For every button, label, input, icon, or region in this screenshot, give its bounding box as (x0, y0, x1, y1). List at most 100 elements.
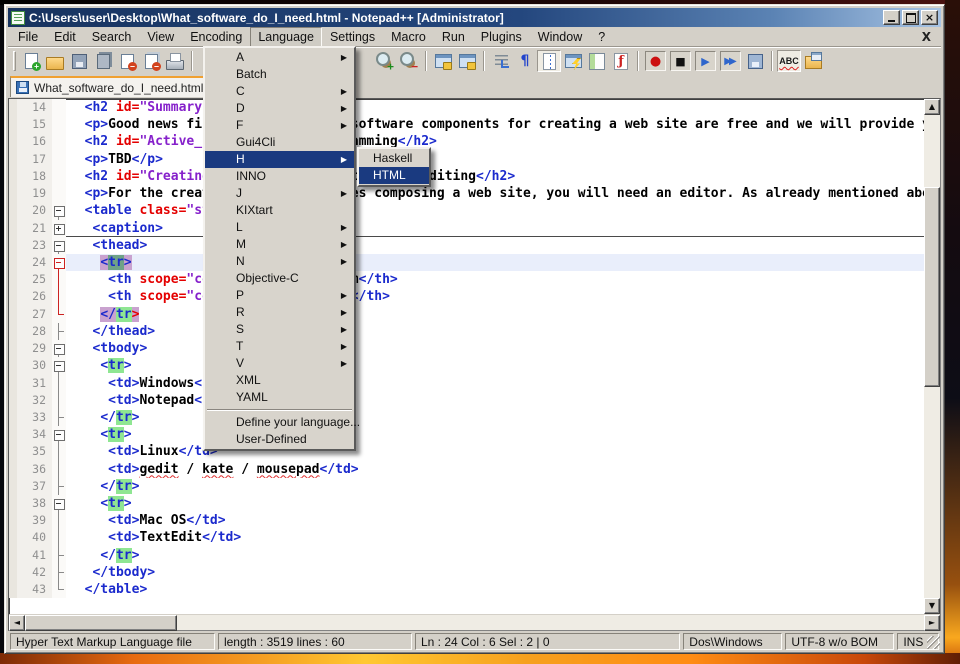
code-text[interactable]: <td>TextEdit</td> (66, 529, 924, 546)
language-menu-item-user-defined[interactable]: User-Defined (205, 431, 354, 448)
language-menu-item-p[interactable]: P▶ (205, 287, 354, 304)
fold-marker[interactable] (52, 529, 66, 546)
minimize-button[interactable] (883, 10, 900, 25)
toolbar-button-indent-guide[interactable] (537, 50, 561, 72)
menu-item-view[interactable]: View (139, 27, 182, 48)
code-text[interactable]: <td>Linux</td> (66, 443, 924, 460)
scroll-up-icon[interactable]: ▲ (924, 99, 940, 115)
code-text[interactable]: <tr> (66, 254, 924, 271)
menubar-close-icon[interactable]: X (914, 30, 939, 44)
toolbar-button-macro-stop[interactable]: ■ (670, 51, 691, 71)
language-menu-item-a[interactable]: A▶ (205, 49, 354, 66)
code-text[interactable]: </tr> (66, 409, 924, 426)
code-text[interactable]: <table class="stats"> (66, 202, 924, 219)
fold-marker[interactable] (52, 495, 66, 512)
scroll-down-icon[interactable]: ▼ (924, 598, 940, 614)
toolbar-button-word-wrap[interactable] (489, 50, 513, 72)
language-menu-item-f[interactable]: F▶ (205, 117, 354, 134)
code-text[interactable]: </tr> (66, 478, 924, 495)
code-text[interactable]: <p>Good news first: all the major softwa… (66, 116, 924, 133)
code-text[interactable]: <tr> (66, 495, 924, 512)
toolbar-button-spell-check[interactable]: ABC (777, 50, 801, 72)
toolbar-button-zoom-in[interactable] (373, 50, 397, 72)
code-text[interactable]: <tbody> (66, 340, 924, 357)
code-text[interactable]: <thead> (66, 237, 924, 254)
code-text[interactable]: </tr> (66, 547, 924, 564)
scroll-left-icon[interactable]: ◄ (9, 615, 25, 631)
fold-marker[interactable] (52, 202, 66, 219)
code-text[interactable]: <h2 id="Summary">Summary</h2> (66, 99, 924, 116)
language-menu-item-define-your-language[interactable]: Define your language... (205, 414, 354, 431)
toolbar-grip-handle[interactable] (13, 51, 16, 71)
menu-item-encoding[interactable]: Encoding (182, 27, 250, 48)
language-submenu-item-haskell[interactable]: Haskell (359, 150, 429, 167)
menu-item-file[interactable]: File (10, 27, 46, 48)
toolbar-button-user-define-dialog[interactable] (561, 50, 585, 72)
toolbar-button-sync-scroll-h[interactable] (455, 50, 479, 72)
fold-marker[interactable] (52, 461, 66, 478)
document-tab[interactable]: What_software_do_I_need.html× (10, 76, 228, 97)
code-text[interactable]: <tr> (66, 357, 924, 374)
language-menu-item-v[interactable]: V▶ (205, 355, 354, 372)
toolbar-button-new-file[interactable] (19, 50, 43, 72)
language-menu-item-m[interactable]: M▶ (205, 236, 354, 253)
language-menu-item-gui4cli[interactable]: Gui4Cli (205, 134, 354, 151)
code-text[interactable]: <td>Notepad</td> (66, 392, 924, 409)
language-menu-item-c[interactable]: C▶ (205, 83, 354, 100)
code-text[interactable]: </table> (66, 581, 924, 598)
code-text[interactable]: <td>Windows</td> (66, 375, 924, 392)
fold-marker[interactable] (52, 392, 66, 409)
language-menu-item-d[interactable]: D▶ (205, 100, 354, 117)
toolbar-button-document-map[interactable] (585, 50, 609, 72)
toolbar-button-save-copy[interactable] (91, 50, 115, 72)
menu-item-edit[interactable]: Edit (46, 27, 84, 48)
resize-grip[interactable] (927, 636, 940, 649)
fold-marker[interactable] (52, 288, 66, 305)
toolbar-button-close-all[interactable] (139, 50, 163, 72)
menu-item-macro[interactable]: Macro (383, 27, 434, 48)
toolbar-button-macro-record[interactable]: ● (645, 51, 666, 71)
language-menu-item-r[interactable]: R▶ (205, 304, 354, 321)
toolbar-button-open-file[interactable] (43, 50, 67, 72)
code-text[interactable]: <h2 id="Creating_and_Editing">Creating a… (66, 168, 924, 185)
code-text[interactable]: </thead> (66, 323, 924, 340)
toolbar-button-open-folder-workspace[interactable] (801, 50, 825, 72)
fold-marker[interactable] (52, 512, 66, 529)
toolbar-button-zoom-out[interactable] (397, 50, 421, 72)
fold-marker[interactable] (52, 237, 66, 254)
fold-marker[interactable] (52, 220, 66, 237)
language-menu-item-t[interactable]: T▶ (205, 338, 354, 355)
menu-item-item[interactable]: ? (590, 27, 613, 48)
code-text[interactable]: <th scope="col">Editor software</th> (66, 288, 924, 305)
maximize-button[interactable] (902, 10, 919, 25)
language-menu-item-n[interactable]: N▶ (205, 253, 354, 270)
menu-item-search[interactable]: Search (84, 27, 140, 48)
toolbar-button-save-file[interactable] (67, 50, 91, 72)
code-text[interactable]: <td>Mac OS</td> (66, 512, 924, 529)
toolbar-button-function-list[interactable]: ƒ (609, 50, 633, 72)
code-text[interactable]: <caption> (66, 220, 924, 237)
toolbar-button-print[interactable] (163, 50, 187, 72)
language-menu-item-l[interactable]: L▶ (205, 219, 354, 236)
vertical-scroll-thumb[interactable] (924, 187, 940, 387)
scroll-right-icon[interactable]: ► (924, 615, 940, 631)
menu-item-language[interactable]: Language (250, 27, 322, 48)
toolbar-button-macro-run-multiple[interactable]: ▶▶ (720, 51, 741, 71)
language-menu-item-inno[interactable]: INNO (205, 168, 354, 185)
code-text[interactable]: <tr> (66, 426, 924, 443)
code-text[interactable]: <h2 id="Active_Learning">Web Programming… (66, 133, 924, 150)
fold-marker[interactable] (52, 409, 66, 426)
code-area[interactable]: 14 <h2 id="Summary">Summary</h2>15 <p>Go… (9, 99, 924, 614)
fold-marker[interactable] (52, 254, 66, 271)
fold-marker[interactable] (52, 478, 66, 495)
menu-item-plugins[interactable]: Plugins (473, 27, 530, 48)
language-menu-item-xml[interactable]: XML (205, 372, 354, 389)
fold-marker[interactable] (52, 306, 66, 323)
code-text[interactable]: <p>TBD</p> (66, 151, 924, 168)
toolbar-button-macro-play[interactable]: ▶ (695, 51, 716, 71)
titlebar[interactable]: C:\Users\user\Desktop\What_software_do_I… (8, 8, 941, 27)
language-menu-item-j[interactable]: J▶ (205, 185, 354, 202)
toolbar-button-close-file[interactable] (115, 50, 139, 72)
fold-marker[interactable] (52, 357, 66, 374)
code-text[interactable]: <td>gedit / kate / mousepad</td> (66, 461, 924, 478)
